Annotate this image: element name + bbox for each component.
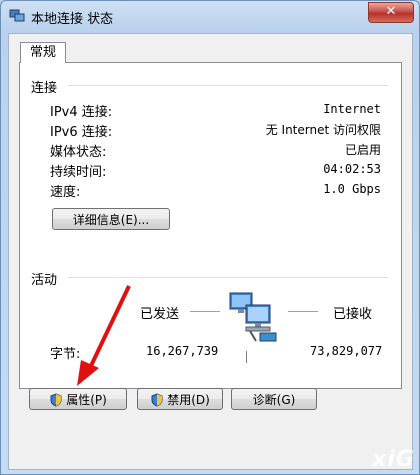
network-activity-icon bbox=[220, 291, 282, 351]
disable-label: 禁用(D) bbox=[167, 393, 210, 407]
tab-general[interactable]: 常规 bbox=[20, 42, 66, 63]
window-title: 本地连接 状态 bbox=[31, 12, 114, 27]
red-arrow-annotation bbox=[69, 282, 139, 396]
network-icon bbox=[9, 8, 25, 24]
bytes-sent-value: 16,267,739 bbox=[146, 344, 219, 358]
ipv6-label: IPv6 连接: bbox=[50, 125, 113, 140]
dialog-client: 常规 连接 IPv4 连接: Internet IPv6 连接: 无 Inter… bbox=[8, 33, 413, 470]
section-activity-heading: 活动 bbox=[31, 273, 58, 288]
diagnose-button[interactable]: 诊断(G) bbox=[231, 388, 317, 410]
received-label: 已接收 bbox=[333, 307, 373, 322]
section-connection-heading: 连接 bbox=[31, 81, 58, 96]
details-button[interactable]: 详细信息(E)... bbox=[52, 208, 170, 230]
speed-label: 速度: bbox=[50, 185, 81, 200]
duration-label: 持续时间: bbox=[50, 165, 107, 180]
ipv4-value: Internet bbox=[323, 102, 381, 116]
divider-tick bbox=[246, 351, 247, 363]
sent-line bbox=[190, 311, 220, 312]
duration-value: 04:02:53 bbox=[323, 162, 381, 176]
site-watermark: xiG bbox=[372, 447, 415, 472]
media-state-label: 媒体状态: bbox=[50, 145, 107, 160]
received-line bbox=[288, 311, 318, 312]
uac-shield-icon bbox=[49, 392, 63, 407]
media-state-value: 已启用 bbox=[344, 143, 381, 157]
bytes-received-value: 73,829,077 bbox=[310, 344, 383, 358]
ipv4-label: IPv4 连接: bbox=[50, 105, 113, 120]
dialog-window: 本地连接 状态 ✕ 常规 连接 IPv4 连接: Internet IPv6 连… bbox=[0, 0, 420, 475]
uac-shield-icon bbox=[150, 392, 164, 407]
speed-value: 1.0 Gbps bbox=[323, 182, 381, 196]
sent-label: 已发送 bbox=[140, 307, 180, 322]
ipv6-value: 无 Internet 访问权限 bbox=[265, 123, 381, 137]
section-divider bbox=[68, 85, 388, 86]
section-divider bbox=[68, 277, 388, 278]
title-bar[interactable]: 本地连接 状态 ✕ bbox=[1, 1, 419, 31]
disable-button[interactable]: 禁用(D) bbox=[137, 388, 223, 410]
close-button[interactable]: ✕ bbox=[368, 2, 414, 23]
